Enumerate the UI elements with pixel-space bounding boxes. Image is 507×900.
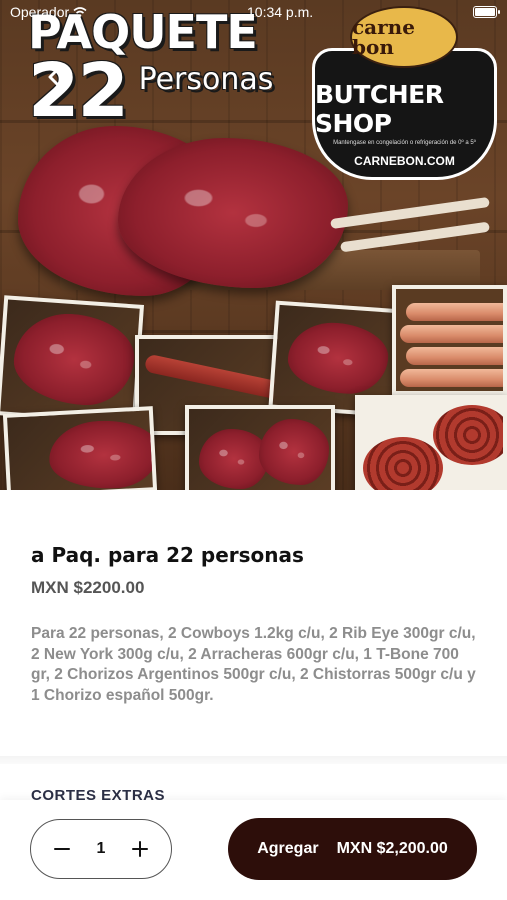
increase-quantity-button[interactable] (129, 838, 151, 860)
battery-icon (473, 6, 500, 18)
quantity-stepper: 1 (30, 819, 172, 879)
add-to-cart-button[interactable]: Agregar MXN $2,200.00 (228, 818, 477, 880)
plus-icon (132, 841, 148, 857)
wifi-icon (73, 7, 87, 17)
back-button[interactable] (40, 62, 70, 92)
sausages-photo (392, 285, 507, 395)
tomahawk-steak (118, 138, 348, 288)
decrease-quantity-button[interactable] (51, 838, 73, 860)
product-price: MXN $2200.00 (31, 578, 145, 597)
cart-bar: 1 Agregar MXN $2,200.00 (0, 800, 507, 900)
brand-tagline: Mantengase en congelación o refrigeració… (333, 140, 476, 146)
product-title: a Paq. para 22 personas (31, 543, 304, 567)
chistorra-photo (355, 395, 507, 490)
quantity-value: 1 (96, 840, 106, 857)
carrier-label: Operador (10, 4, 70, 20)
extras-section-title: CORTES EXTRAS (31, 787, 166, 800)
add-button-total: MXN $2,200.00 (336, 840, 448, 857)
minus-icon (54, 848, 70, 850)
chevron-left-icon (48, 65, 62, 89)
steak-bone (340, 221, 490, 253)
add-button-label: Agregar (257, 840, 319, 857)
arrachera-photo (2, 406, 158, 490)
ribeye-photo (0, 295, 145, 425)
section-divider (0, 756, 507, 764)
brand-website: CARNEBON.COM (354, 154, 455, 168)
status-time: 10:34 p.m. (247, 4, 314, 20)
product-description: Para 22 personas, 2 Cowboys 1.2kg c/u, 2… (31, 625, 476, 704)
promo-subtitle: Personas (138, 62, 274, 97)
product-details: a Paq. para 22 personas MXN $2200.00 Par… (0, 490, 507, 800)
brand-name: BUTCHER SHOP (315, 80, 444, 138)
product-hero-image: PAQUETE 22 Personas BUTCHER SHOP Manteng… (0, 0, 507, 490)
newyork-photo (185, 405, 335, 490)
status-bar: Operador 10:34 p.m. (0, 0, 507, 24)
